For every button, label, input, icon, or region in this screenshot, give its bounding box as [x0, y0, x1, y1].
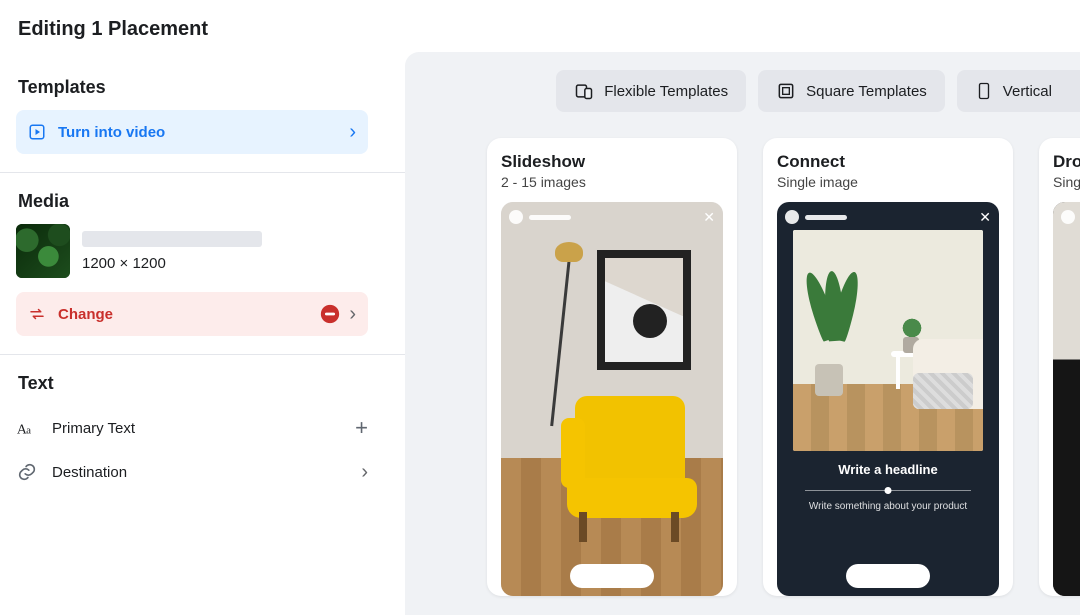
story-progress-icon — [805, 215, 847, 220]
link-icon — [16, 461, 38, 483]
divider — [0, 172, 405, 173]
story-avatar-icon — [785, 210, 799, 224]
story-avatar-icon — [1061, 210, 1075, 224]
vertical-templates-tab[interactable]: Vertical — [957, 70, 1080, 112]
change-media-button[interactable]: Change › — [16, 292, 368, 336]
destination-label: Destination — [52, 464, 127, 481]
svg-text:a: a — [26, 425, 31, 437]
flexible-templates-label: Flexible Templates — [604, 83, 728, 100]
close-icon: ✕ — [703, 209, 715, 226]
close-icon: ✕ — [979, 209, 991, 226]
section-text-heading: Text — [18, 373, 405, 394]
destination-row[interactable]: Destination › — [16, 450, 368, 494]
template-filter-toolbar: Flexible Templates Square Templates Vert… — [405, 70, 1080, 112]
square-templates-tab[interactable]: Square Templates — [758, 70, 945, 112]
template-card-drop[interactable]: Drop Singl — [1039, 138, 1080, 596]
turn-into-video-label: Turn into video — [58, 124, 165, 141]
device-vertical-icon — [975, 81, 993, 101]
vertical-templates-label: Vertical — [1003, 83, 1052, 100]
template-headline-placeholder: Write a headline — [777, 462, 999, 477]
template-card-title: Slideshow — [501, 152, 723, 172]
chevron-right-icon: › — [349, 121, 356, 144]
divider — [0, 354, 405, 355]
device-square-icon — [776, 81, 796, 101]
template-card-title: Connect — [777, 152, 999, 172]
section-templates-heading: Templates — [18, 77, 405, 98]
editor-sidebar: Editing 1 Placement Templates Turn into … — [0, 0, 405, 615]
template-preview: Write a headline Write something about y… — [777, 202, 999, 596]
template-card-subtitle: Singl — [1053, 174, 1080, 190]
media-dimensions: 1200 × 1200 — [82, 255, 262, 272]
templates-canvas: Flexible Templates Square Templates Vert… — [405, 52, 1080, 615]
turn-into-video-button[interactable]: Turn into video › — [16, 110, 368, 154]
swap-icon — [28, 305, 46, 323]
change-media-label: Change — [58, 306, 113, 323]
text-icon: A a — [16, 417, 38, 439]
device-flexible-icon — [574, 81, 594, 101]
page-title: Editing 1 Placement — [18, 18, 405, 41]
template-card-connect[interactable]: Connect Single image Write a headline Wr… — [763, 138, 1013, 596]
minus-circle-icon — [319, 303, 341, 325]
media-filename-redacted — [82, 231, 262, 247]
chevron-right-icon: › — [349, 303, 356, 326]
flexible-templates-tab[interactable]: Flexible Templates — [556, 70, 746, 112]
plus-icon: + — [355, 415, 368, 441]
story-progress-icon — [529, 215, 571, 220]
template-subline-placeholder: Write something about your product — [777, 501, 999, 512]
template-preview — [1053, 202, 1080, 596]
template-card-title: Drop — [1053, 152, 1080, 172]
primary-text-label: Primary Text — [52, 420, 135, 437]
media-item: 1200 × 1200 — [16, 224, 405, 278]
template-card-subtitle: Single image — [777, 174, 999, 190]
template-card-subtitle: 2 - 15 images — [501, 174, 723, 190]
media-thumbnail[interactable] — [16, 224, 70, 278]
play-video-icon — [28, 123, 46, 141]
template-divider — [805, 490, 971, 491]
story-cta-pill — [570, 564, 654, 588]
primary-text-row[interactable]: A a Primary Text + — [16, 406, 368, 450]
chevron-right-icon: › — [361, 461, 368, 484]
story-avatar-icon — [509, 210, 523, 224]
square-templates-label: Square Templates — [806, 83, 927, 100]
story-cta-pill — [846, 564, 930, 588]
template-preview: ✕ — [501, 202, 723, 596]
section-media-heading: Media — [18, 191, 405, 212]
template-card-slideshow[interactable]: Slideshow 2 - 15 images ✕ — [487, 138, 737, 596]
template-card-list: Slideshow 2 - 15 images ✕ Connect Singl — [405, 138, 1080, 596]
